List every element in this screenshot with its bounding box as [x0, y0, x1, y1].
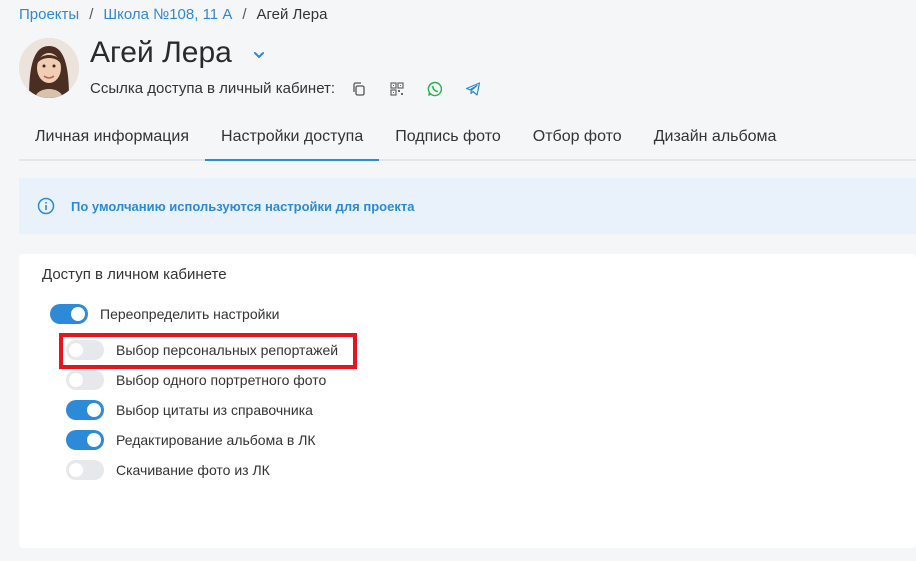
- album-editing-toggle[interactable]: [66, 430, 104, 450]
- setting-row-photo-download: Скачивание фото из ЛК: [66, 460, 270, 480]
- breadcrumb-current: Агей Лера: [256, 6, 328, 23]
- tab-access-settings[interactable]: Настройки доступа: [205, 117, 380, 161]
- telegram-icon[interactable]: [465, 81, 481, 97]
- setting-label: Редактирование альбома в ЛК: [116, 432, 316, 448]
- setting-label: Скачивание фото из ЛК: [116, 462, 270, 478]
- page-title: Агей Лера: [90, 36, 232, 69]
- info-banner: По умолчанию используются настройки для …: [19, 178, 916, 234]
- card-title: Доступ в личном кабинете: [42, 266, 227, 283]
- tab-personal-info[interactable]: Личная информация: [19, 117, 205, 159]
- whatsapp-icon[interactable]: [427, 81, 443, 97]
- info-icon: [37, 197, 55, 215]
- photo-download-toggle[interactable]: [66, 460, 104, 480]
- tab-album-design[interactable]: Дизайн альбома: [638, 117, 793, 159]
- setting-label: Выбор персональных репортажей: [116, 342, 339, 358]
- breadcrumb-separator: /: [242, 6, 247, 23]
- override-settings-row: Переопределить настройки: [50, 304, 279, 324]
- info-banner-text: По умолчанию используются настройки для …: [71, 198, 415, 214]
- access-settings-card: Доступ в личном кабинете Переопределить …: [19, 254, 916, 548]
- access-link-row: Ссылка доступа в личный кабинет:: [90, 80, 481, 97]
- breadcrumb-class-link[interactable]: Школа №108, 11 А: [103, 6, 232, 23]
- setting-row-personal-reports: Выбор персональных репортажей: [66, 340, 338, 360]
- chevron-down-icon[interactable]: [252, 48, 266, 62]
- override-settings-toggle[interactable]: [50, 304, 88, 324]
- profile-header: Агей Лера: [90, 36, 266, 70]
- avatar: [19, 38, 79, 98]
- setting-row-portrait-photo: Выбор одного портретного фото: [66, 370, 326, 390]
- override-settings-label: Переопределить настройки: [100, 306, 280, 322]
- access-link-label: Ссылка доступа в личный кабинет:: [90, 80, 336, 97]
- tab-photo-caption[interactable]: Подпись фото: [379, 117, 517, 159]
- breadcrumb-separator: /: [89, 6, 94, 23]
- breadcrumb-projects-link[interactable]: Проекты: [19, 6, 79, 23]
- tab-bar: Личная информация Настройки доступа Подп…: [19, 117, 916, 161]
- tab-photo-selection[interactable]: Отбор фото: [517, 117, 638, 159]
- setting-row-album-editing: Редактирование альбома в ЛК: [66, 430, 316, 450]
- copy-icon[interactable]: [351, 81, 367, 97]
- qr-code-icon[interactable]: [389, 81, 405, 97]
- setting-label: Выбор цитаты из справочника: [116, 402, 313, 418]
- setting-label: Выбор одного портретного фото: [116, 372, 327, 388]
- setting-row-quote-selection: Выбор цитаты из справочника: [66, 400, 313, 420]
- personal-reports-toggle[interactable]: [66, 340, 104, 360]
- breadcrumb: Проекты / Школа №108, 11 А / Агей Лера: [19, 6, 327, 23]
- portrait-photo-toggle[interactable]: [66, 370, 104, 390]
- quote-selection-toggle[interactable]: [66, 400, 104, 420]
